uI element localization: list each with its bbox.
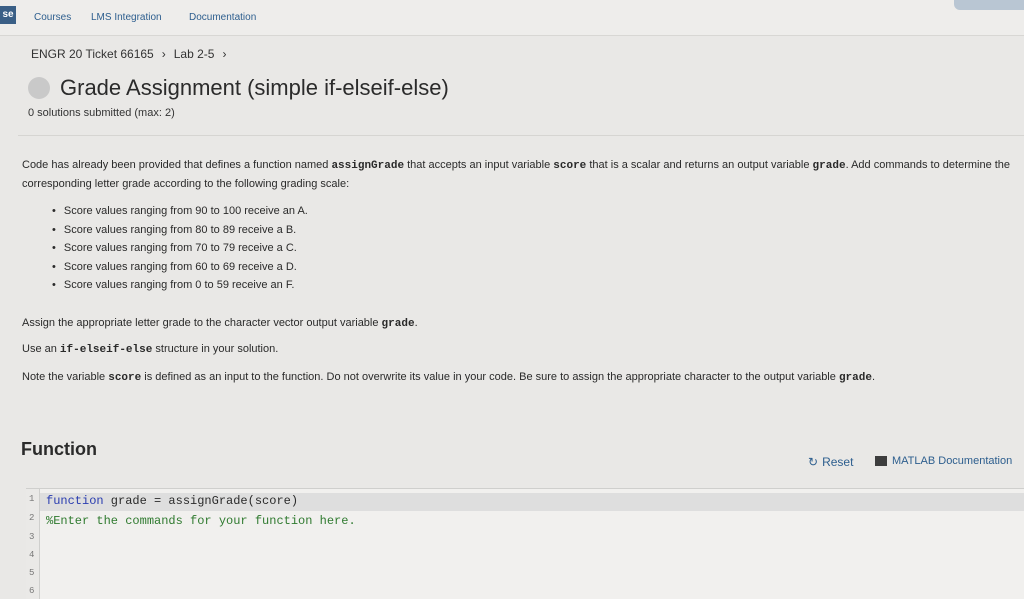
matlab-documentation-link[interactable]: MATLAB Documentation: [875, 455, 1012, 467]
list-item: Score values ranging from 80 to 89 recei…: [52, 221, 308, 240]
assign-text-1: Assign the appropriate letter grade to t…: [22, 317, 382, 329]
line-number: 6: [29, 586, 35, 596]
intro-text-3: that is a scalar and returns an output v…: [586, 159, 813, 171]
book-icon: [875, 456, 887, 466]
intro-code-function: assignGrade: [331, 160, 405, 172]
intro-code-grade: grade: [812, 160, 846, 172]
submission-count: 0 solutions submitted (max: 2): [28, 107, 175, 119]
line-number: 3: [29, 532, 35, 542]
code-line-2[interactable]: %Enter the commands for your function he…: [46, 514, 356, 528]
line-number-gutter: 1 2 3 4 5 6: [26, 489, 40, 599]
description-intro: Code has already been provided that defi…: [22, 156, 1012, 193]
assign-code-grade: grade: [381, 318, 415, 330]
line-number: 5: [29, 568, 35, 578]
breadcrumb-course-link[interactable]: ENGR 20 Ticket 66165: [31, 47, 154, 61]
grading-scale-list: Score values ranging from 90 to 100 rece…: [52, 202, 308, 295]
intro-code-score: score: [553, 160, 587, 172]
doc-label: MATLAB Documentation: [892, 455, 1013, 467]
title-row: Grade Assignment (simple if-elseif-else): [28, 75, 449, 101]
note-instruction: Note the variable score is defined as an…: [22, 368, 1022, 387]
code-editor[interactable]: 1 2 3 4 5 6 function grade = assignGrade…: [26, 488, 1024, 599]
breadcrumb: ENGR 20 Ticket 66165 › Lab 2-5 ›: [31, 47, 226, 61]
nav-courses-link[interactable]: Courses: [34, 12, 71, 23]
intro-text-2: that accepts an input variable: [404, 159, 554, 171]
note-text-1: Note the variable: [22, 371, 109, 383]
divider: [18, 135, 1024, 136]
use-text-1: Use an: [22, 343, 60, 355]
nav-documentation-link[interactable]: Documentation: [189, 12, 256, 23]
list-item: Score values ranging from 70 to 79 recei…: [52, 239, 308, 258]
note-text-3: .: [871, 371, 876, 383]
page-title: Grade Assignment (simple if-elseif-else): [60, 75, 449, 100]
function-section-title: Function: [21, 439, 97, 459]
function-keyword: function: [46, 494, 104, 508]
use-code-structure: if-elseif-else: [59, 344, 153, 356]
reset-button[interactable]: ↻ Reset: [808, 455, 853, 469]
list-item: Score values ranging from 60 to 69 recei…: [52, 258, 308, 277]
chevron-right-icon: ›: [161, 47, 166, 61]
use-instruction: Use an if-elseif-else structure in your …: [22, 340, 278, 359]
nav-lms-integration-link[interactable]: LMS Integration: [91, 12, 162, 23]
note-code-score: score: [108, 372, 142, 384]
note-text-2: is defined as an input to the function. …: [141, 371, 839, 383]
list-item: Score values ranging from 90 to 100 rece…: [52, 202, 308, 221]
user-menu[interactable]: [954, 0, 1024, 10]
assign-text-2: .: [414, 317, 418, 329]
status-circle-icon: [28, 77, 50, 99]
use-text-2: structure in your solution.: [152, 343, 279, 355]
line-number: 4: [29, 550, 35, 560]
assign-instruction: Assign the appropriate letter grade to t…: [22, 314, 418, 333]
intro-text-1: Code has already been provided that defi…: [22, 159, 332, 171]
reset-label: Reset: [822, 455, 854, 469]
note-code-grade: grade: [838, 372, 872, 384]
chevron-right-icon: ›: [222, 47, 227, 61]
list-item: Score values ranging from 0 to 59 receiv…: [52, 276, 308, 295]
reset-icon: ↻: [808, 455, 819, 469]
function-signature: grade = assignGrade(score): [103, 494, 299, 508]
code-line-1[interactable]: function grade = assignGrade(score): [46, 494, 298, 508]
line-number: 1: [29, 494, 35, 504]
top-navigation-bar: se Courses LMS Integration Documentation: [0, 0, 1024, 36]
site-logo[interactable]: se: [0, 6, 16, 24]
breadcrumb-lab-link[interactable]: Lab 2-5: [174, 47, 215, 61]
line-number: 2: [29, 513, 35, 523]
